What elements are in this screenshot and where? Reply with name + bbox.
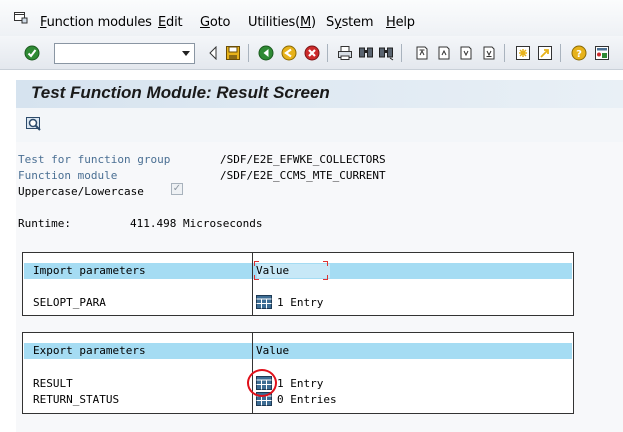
export-param-name: RESULT — [33, 377, 73, 390]
function-group-value: /SDF/E2E_EFWKE_COLLECTORS — [220, 153, 386, 166]
menu-utilities[interactable]: Utilities(M) — [248, 15, 316, 30]
enter-icon[interactable] — [24, 45, 40, 61]
highlight-circle — [247, 369, 277, 397]
menu-edit[interactable]: Edit — [158, 15, 183, 30]
menu-window-icon[interactable] — [14, 12, 28, 24]
previous-page-icon[interactable] — [436, 45, 452, 61]
toolbar-separator — [248, 44, 249, 62]
chevron-down-icon[interactable] — [182, 51, 190, 56]
collapse-icon[interactable] — [205, 45, 221, 61]
first-page-icon[interactable] — [414, 45, 430, 61]
application-toolbar — [16, 108, 623, 142]
find-icon[interactable] — [358, 45, 374, 61]
print-icon[interactable] — [337, 45, 353, 61]
display-icon[interactable] — [25, 116, 43, 134]
selection-corner — [323, 275, 328, 280]
import-param-value[interactable]: 1 Entry — [277, 296, 323, 309]
export-param-value[interactable]: 0 Entries — [277, 393, 337, 406]
command-field[interactable] — [54, 43, 195, 64]
create-session-icon[interactable] — [515, 45, 531, 61]
command-input[interactable] — [55, 44, 175, 63]
menu-bar: Function modules Edit Goto Utilities(M) … — [0, 0, 623, 36]
toolbar-separator — [504, 44, 505, 62]
shortcut-icon[interactable] — [537, 45, 553, 61]
back-icon[interactable] — [258, 45, 274, 61]
import-param-name: SELOPT_PARA — [33, 296, 106, 309]
toolbar-separator — [401, 44, 402, 62]
import-value-header[interactable]: Value — [256, 264, 289, 277]
selection-corner — [323, 261, 328, 266]
last-page-icon[interactable] — [481, 45, 497, 61]
menu-system[interactable]: System — [326, 15, 373, 30]
export-header-label: Export parameters — [33, 344, 146, 357]
import-parameters-table: Import parameters Value SELOPT_PARA 1 En… — [22, 252, 574, 316]
function-module-label: Function module — [18, 169, 118, 182]
uppercase-label: Uppercase/Lowercase — [18, 185, 144, 198]
menu-goto[interactable]: Goto — [200, 15, 230, 30]
toolbar-separator — [560, 44, 561, 62]
selection-corner — [254, 275, 259, 280]
save-icon[interactable] — [225, 45, 241, 61]
function-group-label: Test for function group — [18, 153, 171, 166]
runtime-value: 411.498 Microseconds — [130, 217, 263, 230]
export-param-name: RETURN_STATUS — [33, 393, 120, 406]
cancel-icon[interactable] — [304, 45, 320, 61]
column-divider — [252, 253, 253, 315]
menu-function-modules[interactable]: Function modules — [40, 15, 152, 30]
table-icon[interactable] — [256, 295, 272, 309]
find-next-icon[interactable] — [378, 45, 394, 61]
runtime-label: Runtime: — [18, 217, 71, 230]
page-title: Test Function Module: Result Screen — [31, 83, 330, 102]
help-icon[interactable]: ? — [571, 45, 587, 61]
customize-layout-icon[interactable] — [594, 45, 610, 61]
function-module-value: /SDF/E2E_CCMS_MTE_CURRENT — [220, 169, 386, 182]
next-page-icon[interactable] — [458, 45, 474, 61]
selection-corner — [254, 261, 259, 266]
export-value-header: Value — [256, 344, 290, 357]
import-header-label: Import parameters — [33, 264, 146, 277]
standard-toolbar: ? — [0, 36, 623, 70]
menu-help[interactable]: Help — [386, 15, 415, 30]
uppercase-checkbox[interactable]: ✓ — [171, 183, 183, 195]
exit-icon[interactable] — [281, 45, 297, 61]
export-parameters-table: Export parameters Value RESULT 1 Entry R… — [22, 332, 574, 414]
title-bar: Test Function Module: Result Screen — [16, 80, 623, 108]
svg-text:?: ? — [576, 49, 582, 60]
toolbar-separator — [327, 44, 328, 62]
export-param-value[interactable]: 1 Entry — [277, 377, 323, 390]
